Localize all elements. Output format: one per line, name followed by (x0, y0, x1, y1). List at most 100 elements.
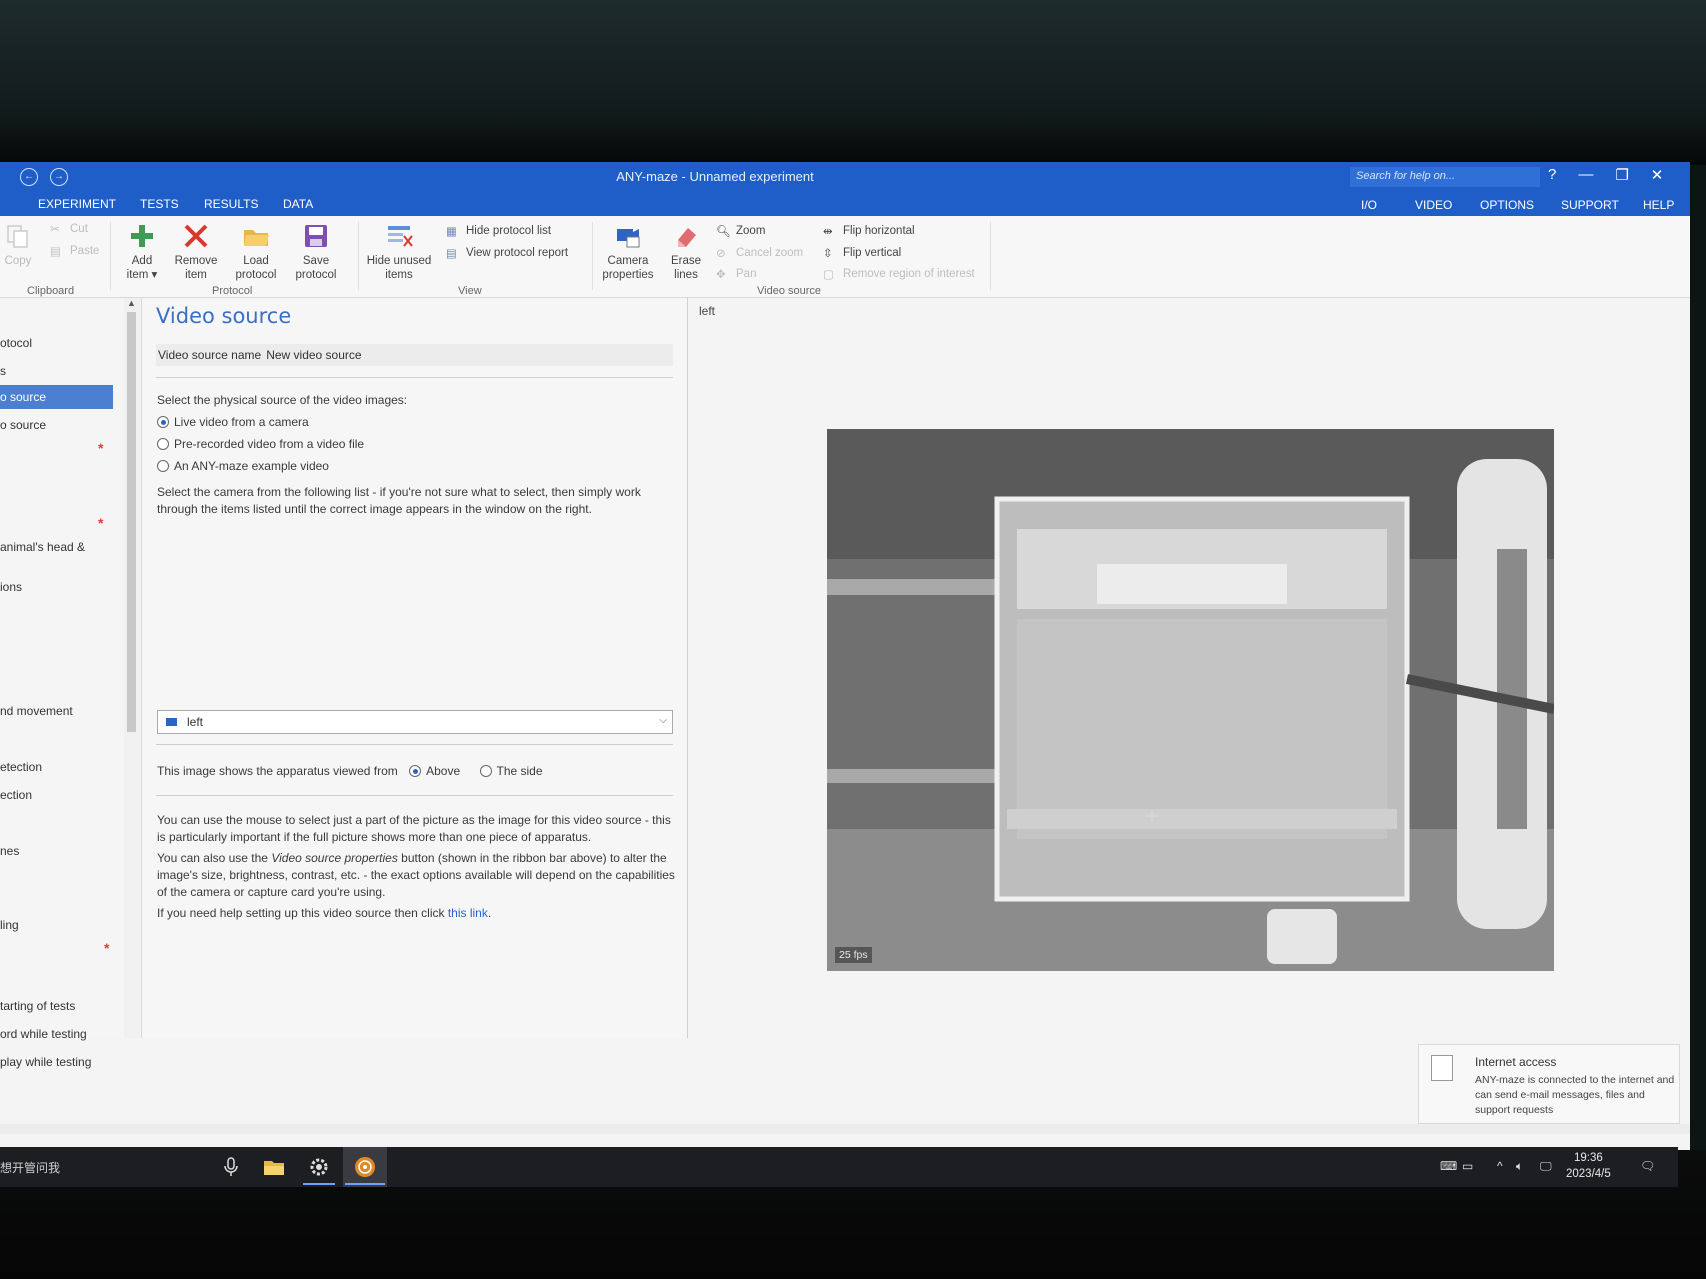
group-separator (358, 222, 359, 290)
camera-select-value: left (187, 715, 204, 729)
microphone-icon[interactable] (219, 1155, 243, 1179)
hide-protocol-list-label: Hide protocol list (466, 225, 552, 237)
erase-lines-label-2: lines (674, 269, 698, 281)
help-paragraph-2-emphasis: Video source properties (271, 851, 398, 865)
radio-the-side[interactable] (479, 765, 492, 777)
internet-access-notification[interactable]: Internet access ANY-maze is connected to… (1418, 1044, 1680, 1124)
app-window: ← → ANY-maze - Unnamed experiment Search… (0, 162, 1690, 1150)
tab-help[interactable]: HELP (1643, 198, 1674, 212)
volume-icon[interactable]: 🔈︎ (1516, 1159, 1523, 1174)
option-example-video[interactable]: An ANY-maze example video (157, 458, 677, 475)
divider (156, 744, 673, 745)
save-protocol-label-2: protocol (295, 269, 337, 281)
chevron-down-icon[interactable]: ⌵ (659, 715, 667, 726)
taskbar-search[interactable]: 想开管问我 (0, 1159, 60, 1176)
cancel-zoom-button[interactable]: ⊘ Cancel zoom (716, 246, 803, 260)
remove-item-label-2: item (185, 269, 207, 281)
nav-item[interactable]: nes (0, 844, 19, 858)
scroll-up-icon[interactable]: ▲ (127, 298, 136, 308)
divider (156, 795, 673, 796)
close-icon[interactable]: ✕ (1651, 166, 1664, 184)
load-protocol-button[interactable]: Load protocol (230, 222, 282, 282)
nav-item[interactable]: animal's head & (0, 540, 85, 554)
camera-properties-icon (617, 229, 640, 248)
nav-item[interactable]: etection (0, 760, 42, 774)
help-icon[interactable]: ? (1548, 166, 1556, 184)
settings-gear-icon[interactable] (307, 1155, 331, 1179)
tab-video[interactable]: VIDEO (1415, 198, 1452, 212)
save-protocol-button[interactable]: Save protocol (290, 222, 342, 282)
minimize-icon[interactable]: — (1578, 166, 1593, 184)
tab-io[interactable]: I/O (1361, 198, 1377, 212)
radio-example-video[interactable] (157, 460, 169, 472)
video-source-name-field[interactable]: New video source (261, 348, 361, 362)
help-link[interactable]: this link (448, 906, 488, 920)
cut-button[interactable]: ✂ Cut (50, 222, 88, 236)
add-item-button[interactable]: Add item ▾ (116, 222, 168, 282)
pan-button[interactable]: ✥ Pan (716, 267, 756, 281)
file-explorer-icon[interactable] (262, 1155, 286, 1179)
option-live-camera-label: Live video from a camera (174, 415, 309, 429)
erase-lines-button[interactable]: Erase lines (664, 222, 708, 282)
nav-item[interactable]: nd movement (0, 704, 73, 718)
radio-live-camera[interactable] (157, 416, 169, 428)
fps-badge: 25 fps (835, 947, 872, 963)
help-paragraph-2-start: You can also use the (157, 851, 272, 865)
nav-item[interactable]: tarting of tests (0, 999, 75, 1013)
tab-experiment[interactable]: EXPERIMENT (38, 197, 116, 211)
copy-button[interactable]: Copy (4, 222, 32, 268)
clock-date: 2023/4/5 (1566, 1168, 1611, 1180)
nav-scrollbar[interactable]: ▲ (124, 298, 140, 1038)
nav-item[interactable]: s (0, 364, 6, 378)
tab-data[interactable]: DATA (283, 197, 313, 211)
hide-protocol-list-button[interactable]: ▦ Hide protocol list (446, 224, 551, 238)
camera-properties-label: Camera (607, 255, 649, 267)
load-protocol-label: Load (243, 255, 269, 267)
hide-unused-label-2: items (385, 269, 413, 281)
notifications-icon[interactable]: 🗨︎ (1640, 1159, 1655, 1173)
option-video-file[interactable]: Pre-recorded video from a video file (157, 436, 677, 453)
paste-button[interactable]: ▤ Paste (50, 244, 99, 258)
radio-video-file[interactable] (157, 438, 169, 450)
nav-item-selected[interactable]: o source (0, 385, 113, 409)
taskbar-clock[interactable]: 19:36 2023/4/5 (1566, 1150, 1611, 1182)
nav-item[interactable]: ord while testing (0, 1027, 87, 1041)
video-preview[interactable]: 25 fps (827, 429, 1554, 971)
nav-item[interactable]: otocol (0, 336, 32, 350)
camera-select[interactable]: left ⌵ (157, 710, 673, 734)
cancel-zoom-label: Cancel zoom (736, 247, 804, 259)
nav-item[interactable]: ection (0, 788, 32, 802)
flip-vertical-button[interactable]: ⇳ Flip vertical (823, 246, 901, 260)
anymaze-taskbar-button[interactable] (343, 1147, 387, 1187)
input-method-icon[interactable]: ⌨ (1440, 1159, 1457, 1173)
restore-icon[interactable]: ❐ (1615, 166, 1628, 184)
preview-camera-label: left (699, 304, 716, 318)
zoom-button[interactable]: 🔍︎ Zoom (716, 224, 765, 238)
help-search-input[interactable]: Search for help on... (1350, 167, 1540, 187)
tab-tests[interactable]: TESTS (140, 197, 179, 211)
clipboard-group-label: Clipboard (27, 285, 75, 297)
flip-horizontal-button[interactable]: ⇹ Flip horizontal (823, 224, 915, 238)
tab-results[interactable]: RESULTS (204, 197, 258, 211)
network-icon[interactable]: 🖵︎ (1540, 1159, 1552, 1174)
option-live-camera[interactable]: Live video from a camera (157, 414, 677, 431)
keyboard-icon[interactable]: ▭ (1462, 1159, 1473, 1173)
camera-properties-button[interactable]: Camera properties (598, 222, 658, 282)
remove-item-button[interactable]: Remove item (170, 222, 222, 282)
pan-icon: ✥ (716, 269, 726, 281)
hide-unused-items-button[interactable]: Hide unused items (364, 222, 434, 282)
nav-item[interactable]: play while testing (0, 1055, 91, 1069)
camera-prompt: Select the camera from the following lis… (157, 485, 641, 516)
chevron-up-icon[interactable]: ^ (1497, 1159, 1503, 1173)
view-protocol-report-button[interactable]: ▤ View protocol report (446, 246, 568, 260)
nav-item[interactable]: ions (0, 580, 22, 594)
viewed-from-label: This image shows the apparatus viewed fr… (157, 764, 398, 778)
radio-above[interactable] (409, 765, 422, 777)
nav-item[interactable]: ling (0, 918, 19, 932)
nav-item[interactable]: o source (0, 418, 46, 432)
remove-roi-button[interactable]: ▢ Remove region of interest (823, 267, 975, 281)
tab-support[interactable]: SUPPORT (1561, 198, 1619, 212)
scrollbar-thumb[interactable] (127, 312, 136, 732)
tab-options[interactable]: OPTIONS (1480, 198, 1534, 212)
add-item-label-2: item ▾ (126, 269, 158, 281)
